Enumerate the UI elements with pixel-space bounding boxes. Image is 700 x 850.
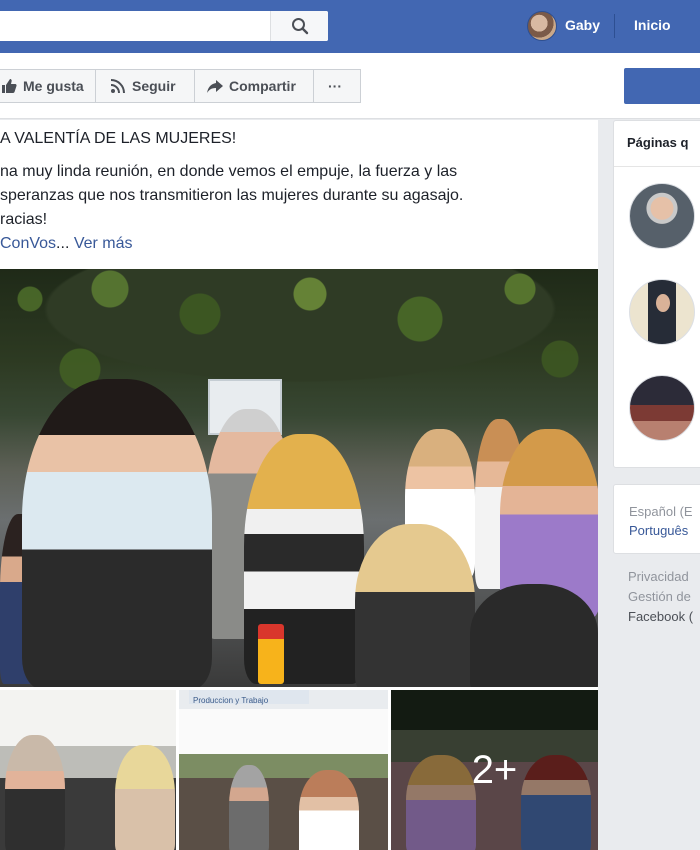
more-icon: ··· bbox=[328, 78, 342, 94]
page-avatar[interactable] bbox=[629, 183, 695, 249]
photo-person bbox=[470, 584, 598, 687]
post-title: A VALENTÍA DE LAS MUJERES! bbox=[0, 130, 237, 147]
post-line: racias! bbox=[0, 211, 48, 228]
post-thumbnail-photo[interactable] bbox=[0, 690, 176, 850]
footer-links: Privacidad Gestión de Facebook ( bbox=[628, 567, 693, 627]
ad-choices-link[interactable]: Gestión de bbox=[628, 587, 693, 607]
post-text: na muy linda reunión, en donde vemos el … bbox=[0, 160, 598, 256]
privacy-link[interactable]: Privacidad bbox=[628, 567, 693, 587]
more-photos-overlay[interactable]: 2+ bbox=[391, 690, 598, 850]
photo-person bbox=[5, 735, 65, 850]
nav-divider bbox=[614, 14, 615, 38]
see-more-link[interactable]: Ver más bbox=[74, 235, 133, 252]
share-button[interactable]: Compartir bbox=[194, 69, 314, 103]
divider bbox=[614, 166, 700, 167]
hashtag-link[interactable]: ConVos bbox=[0, 235, 56, 252]
top-navigation-bar: Gaby Inicio bbox=[0, 0, 700, 53]
post-line: na muy linda reunión, en donde vemos el … bbox=[0, 163, 458, 180]
more-photos-count: 2+ bbox=[471, 747, 518, 792]
language-card: Español (E Português bbox=[613, 484, 700, 554]
user-avatar[interactable] bbox=[527, 11, 557, 41]
like-label: Me gusta bbox=[23, 78, 84, 94]
page-avatar[interactable] bbox=[629, 279, 695, 345]
search-icon bbox=[292, 18, 309, 35]
search-button[interactable] bbox=[270, 11, 328, 41]
page-actions-bar: Me gusta Seguir Compartir ··· bbox=[0, 53, 700, 119]
related-pages-card: Páginas q bbox=[613, 120, 700, 468]
share-arrow-icon bbox=[207, 80, 223, 93]
profile-link[interactable]: Gaby bbox=[565, 17, 600, 33]
page-avatar[interactable] bbox=[629, 375, 695, 441]
follow-label: Seguir bbox=[132, 78, 176, 94]
share-label: Compartir bbox=[229, 78, 296, 94]
post-line: speranzas que nos transmitieron las muje… bbox=[0, 187, 464, 204]
primary-action-button[interactable] bbox=[624, 68, 700, 104]
thumbs-up-icon bbox=[2, 79, 17, 93]
facebook-copyright: Facebook ( bbox=[628, 609, 694, 624]
photo-person bbox=[355, 524, 475, 687]
follow-button[interactable]: Seguir bbox=[95, 69, 195, 103]
photo-sign: Produccion y Trabajo bbox=[189, 690, 309, 705]
post-link-line: ConVos... Ver más bbox=[0, 232, 598, 256]
current-language: Español (E bbox=[629, 504, 693, 519]
language-link[interactable]: Português bbox=[629, 523, 688, 538]
rss-icon bbox=[110, 79, 125, 94]
photo-person bbox=[299, 770, 359, 850]
photo-person bbox=[22, 379, 212, 687]
post-thumbnail-photo[interactable]: 2+ bbox=[391, 690, 598, 850]
like-button[interactable]: Me gusta bbox=[0, 69, 96, 103]
more-options-button[interactable]: ··· bbox=[313, 69, 361, 103]
search-input[interactable] bbox=[0, 11, 328, 41]
photo-person bbox=[115, 745, 175, 850]
ellipsis: ... bbox=[56, 235, 70, 252]
photo-person bbox=[229, 765, 269, 850]
drink-cup bbox=[258, 624, 284, 684]
post-thumbnail-photo[interactable]: Produccion y Trabajo bbox=[179, 690, 388, 850]
post-main-photo[interactable] bbox=[0, 269, 598, 687]
related-pages-heading: Páginas q bbox=[627, 135, 689, 150]
home-link[interactable]: Inicio bbox=[634, 17, 671, 33]
